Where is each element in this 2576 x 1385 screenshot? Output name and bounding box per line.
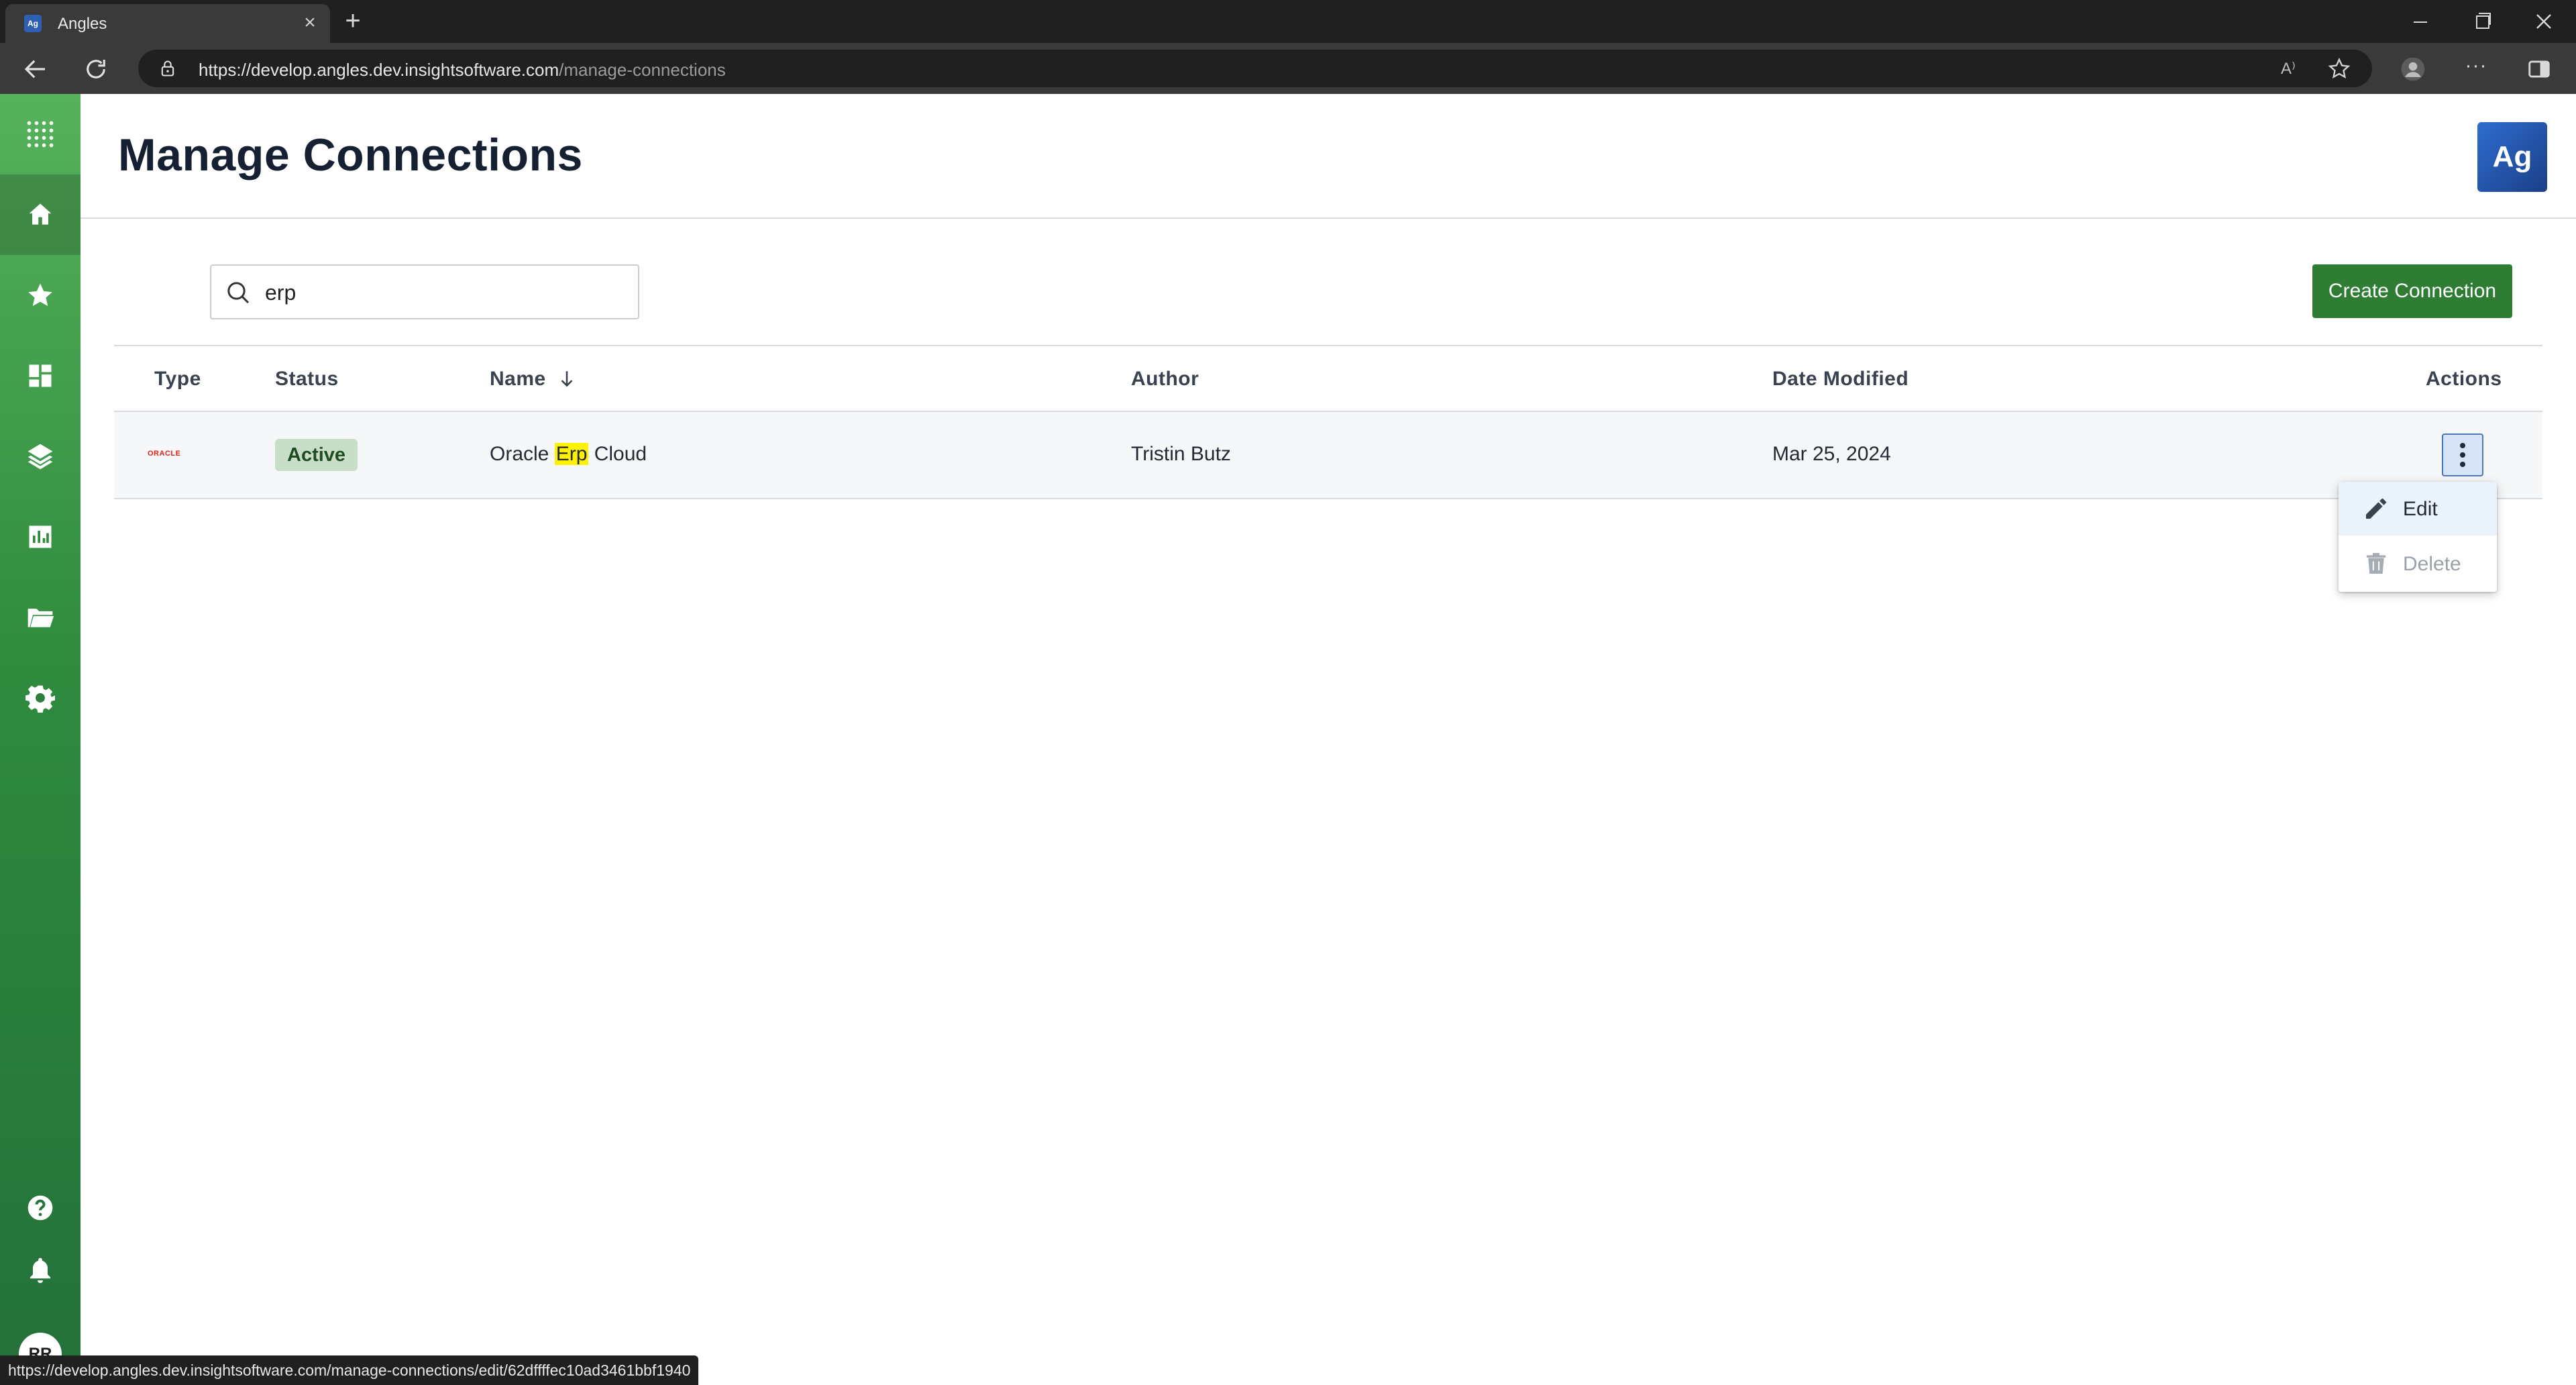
browser-address-bar: https://develop.angles.dev.insightsoftwa… xyxy=(0,43,2576,94)
apps-grid-icon xyxy=(27,121,54,148)
sidebar-item-files[interactable] xyxy=(0,577,80,658)
notifications-bell-icon xyxy=(30,1258,51,1284)
profile-icon[interactable] xyxy=(2400,56,2426,82)
column-header-author[interactable]: Author xyxy=(1131,368,1199,391)
url-field[interactable]: https://develop.angles.dev.insightsoftwa… xyxy=(138,50,2372,87)
url-text: https://develop.angles.dev.insightsoftwa… xyxy=(199,60,726,81)
status-badge: Active xyxy=(275,439,358,471)
dashboard-icon xyxy=(29,364,52,387)
search-input[interactable] xyxy=(265,278,614,307)
column-header-actions: Actions xyxy=(2426,368,2502,390)
column-header-type[interactable]: Type xyxy=(154,368,201,391)
page-header: Manage Connections Ag xyxy=(80,94,2576,219)
sidebar-item-apps[interactable] xyxy=(0,94,80,174)
browser-tab[interactable]: Ag Angles × xyxy=(5,4,330,43)
create-connection-button[interactable]: Create Connection xyxy=(2312,264,2512,318)
search-icon xyxy=(227,282,250,304)
search-field[interactable] xyxy=(210,264,639,319)
page-title: Manage Connections xyxy=(118,130,583,181)
sidebar-item-reports[interactable] xyxy=(0,497,80,577)
lock-icon[interactable] xyxy=(158,59,177,78)
reports-chart-icon xyxy=(29,525,52,548)
close-icon xyxy=(2536,14,2551,29)
more-options-icon[interactable]: ··· xyxy=(2463,56,2489,82)
menu-item-label: Edit xyxy=(2403,498,2438,520)
minimize-window-button[interactable] xyxy=(2404,7,2436,36)
oracle-logo-icon: ORACLE xyxy=(148,450,181,458)
restore-window-button[interactable] xyxy=(2466,7,2498,36)
pencil-edit-icon xyxy=(2366,498,2386,519)
layers-icon xyxy=(28,444,53,470)
menu-item-delete[interactable]: Delete xyxy=(2339,537,2497,591)
connections-table: Type Status Name Author Date Modified Ac… xyxy=(114,345,2542,499)
sidebar-item-favorites[interactable] xyxy=(0,255,80,336)
close-window-button[interactable] xyxy=(2528,7,2560,36)
help-icon xyxy=(28,1195,53,1221)
new-tab-button[interactable]: + xyxy=(341,7,365,34)
read-aloud-icon[interactable]: A⁾ xyxy=(2275,56,2301,82)
tab-close-icon[interactable]: × xyxy=(299,12,321,34)
reload-icon[interactable] xyxy=(82,55,110,83)
app-root: Ag Angles × + https://develop.angles.dev… xyxy=(0,0,2576,1385)
sidebar-item-home[interactable] xyxy=(0,174,80,255)
column-header-name[interactable]: Name xyxy=(490,368,546,391)
trash-delete-icon xyxy=(2366,553,2386,574)
browser-sidebar-icon[interactable] xyxy=(2526,56,2552,82)
column-header-date-modified[interactable]: Date Modified xyxy=(1772,368,1909,391)
connection-name-part: Oracle xyxy=(490,443,555,465)
menu-item-label: Delete xyxy=(2403,553,2461,575)
url-host: https://develop.angles.dev.insightsoftwa… xyxy=(199,60,559,80)
tab-title: Angles xyxy=(58,15,107,33)
connection-name[interactable]: Oracle Erp Cloud xyxy=(490,443,647,466)
favorites-star-icon xyxy=(28,283,52,306)
connection-date-modified: Mar 25, 2024 xyxy=(1772,443,1891,465)
column-header-status[interactable]: Status xyxy=(275,368,339,391)
row-actions-menu: Edit Delete xyxy=(2339,482,2497,592)
kebab-menu-icon xyxy=(2460,443,2465,467)
sidebar-item-layers[interactable] xyxy=(0,416,80,497)
table-header: Type Status Name Author Date Modified Ac… xyxy=(114,345,2542,412)
sort-descending-arrow-icon[interactable] xyxy=(558,369,576,389)
connection-name-part: Cloud xyxy=(588,443,647,465)
favorite-star-icon[interactable] xyxy=(2326,56,2352,82)
settings-gear-icon xyxy=(25,685,55,713)
angles-logo: Ag xyxy=(2477,122,2547,192)
home-icon xyxy=(29,203,52,225)
browser-tab-bar: Ag Angles × + xyxy=(0,0,2576,43)
back-arrow-icon[interactable] xyxy=(21,55,50,83)
tab-favicon-icon: Ag xyxy=(24,15,42,32)
search-highlight: Erp xyxy=(554,443,589,465)
sidebar-item-dashboards[interactable] xyxy=(0,336,80,416)
sidebar-item-settings[interactable] xyxy=(0,658,80,738)
table-row[interactable]: ORACLE Active Oracle Erp Cloud Tristin B… xyxy=(114,412,2542,499)
folder-icon xyxy=(28,609,54,627)
sidebar-item-notifications[interactable] xyxy=(0,1229,80,1310)
url-path: /manage-connections xyxy=(559,60,726,80)
app-sidebar: RR xyxy=(0,94,80,1385)
connection-author: Tristin Butz xyxy=(1131,443,1231,465)
row-actions-button[interactable] xyxy=(2442,433,2483,476)
status-bar-url: https://develop.angles.dev.insightsoftwa… xyxy=(0,1355,699,1385)
menu-item-edit[interactable]: Edit xyxy=(2339,482,2497,535)
